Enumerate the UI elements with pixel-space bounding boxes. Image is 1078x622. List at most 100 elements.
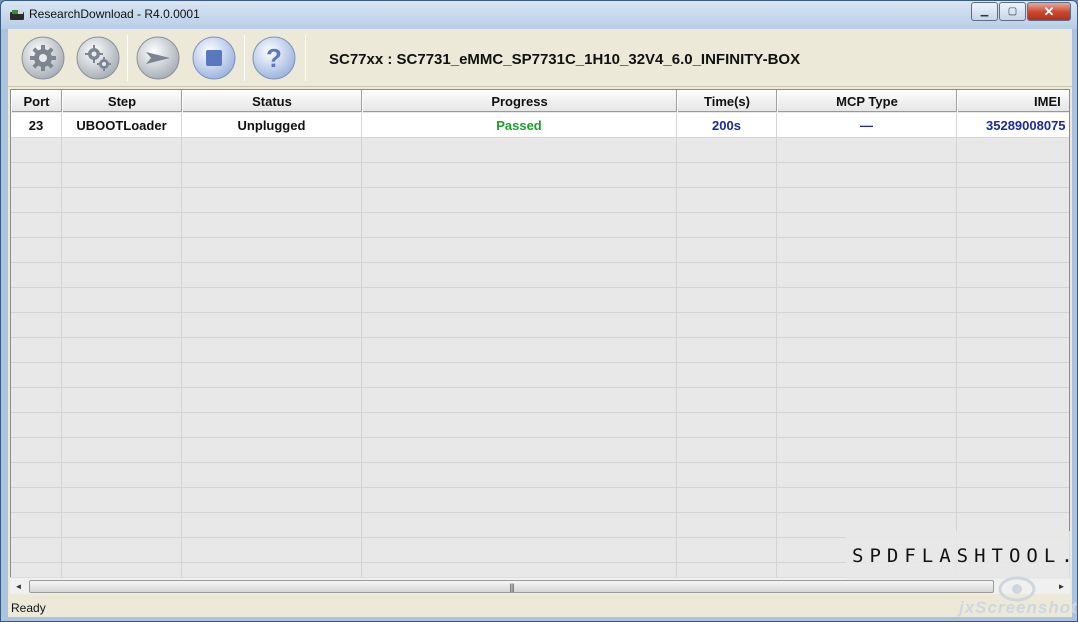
empty-row[interactable] xyxy=(11,238,1069,263)
empty-cell xyxy=(182,188,362,213)
empty-cell xyxy=(677,463,777,488)
cell-progress: Passed xyxy=(362,113,677,138)
window-controls: ▁ ▢ ✕ xyxy=(970,2,1071,21)
empty-cell xyxy=(777,463,957,488)
status-text: Ready xyxy=(11,601,46,615)
minimize-button[interactable]: ▁ xyxy=(971,2,998,21)
empty-cell xyxy=(62,438,182,463)
window-title: ResearchDownload - R4.0.0001 xyxy=(29,7,200,21)
empty-cell xyxy=(62,488,182,513)
empty-cell xyxy=(182,538,362,563)
title-bar[interactable]: ResearchDownload - R4.0.0001 ▁ ▢ ✕ xyxy=(1,1,1077,29)
arrow-right-icon xyxy=(136,36,180,80)
empty-cell xyxy=(362,463,677,488)
empty-cell xyxy=(62,213,182,238)
column-header-port[interactable]: Port xyxy=(11,90,62,112)
cell-step: UBOOTLoader xyxy=(62,113,182,138)
empty-row[interactable] xyxy=(11,338,1069,363)
stop-download-button[interactable] xyxy=(192,36,236,80)
empty-cell xyxy=(362,188,677,213)
maximize-button[interactable]: ▢ xyxy=(999,2,1026,21)
empty-cell xyxy=(677,488,777,513)
column-header-imei[interactable]: IMEI xyxy=(957,90,1069,112)
empty-cell xyxy=(182,488,362,513)
question-icon: ? xyxy=(252,36,296,80)
horizontal-scrollbar[interactable]: ◄ ||| ► xyxy=(10,577,1070,594)
empty-cell xyxy=(11,438,62,463)
cell-time: 200s xyxy=(677,113,777,138)
empty-cell xyxy=(362,313,677,338)
empty-row[interactable] xyxy=(11,413,1069,438)
empty-row[interactable] xyxy=(11,313,1069,338)
column-header-mcp-type[interactable]: MCP Type xyxy=(777,90,957,112)
toolbar-separator xyxy=(244,35,245,81)
empty-cell xyxy=(182,413,362,438)
empty-row[interactable] xyxy=(11,188,1069,213)
empty-row[interactable] xyxy=(11,388,1069,413)
empty-row[interactable] xyxy=(11,263,1069,288)
empty-cell xyxy=(957,138,1069,163)
empty-cell xyxy=(62,313,182,338)
empty-row[interactable] xyxy=(11,488,1069,513)
empty-row[interactable] xyxy=(11,438,1069,463)
empty-cell xyxy=(957,238,1069,263)
help-button[interactable]: ? xyxy=(252,36,296,80)
empty-row[interactable] xyxy=(11,463,1069,488)
column-header-step[interactable]: Step xyxy=(62,90,182,112)
scroll-left-arrow-icon[interactable]: ◄ xyxy=(10,578,27,595)
empty-cell xyxy=(182,363,362,388)
empty-cell xyxy=(62,288,182,313)
empty-row[interactable] xyxy=(11,163,1069,188)
empty-cell xyxy=(957,288,1069,313)
empty-cell xyxy=(677,238,777,263)
empty-cell xyxy=(362,488,677,513)
empty-cell xyxy=(957,213,1069,238)
empty-row[interactable] xyxy=(11,138,1069,163)
empty-cell xyxy=(777,488,957,513)
settings-button[interactable] xyxy=(76,36,120,80)
empty-cell xyxy=(777,438,957,463)
toolbar-separator xyxy=(127,35,128,81)
empty-cell xyxy=(11,388,62,413)
empty-cell xyxy=(362,513,677,538)
empty-cell xyxy=(11,188,62,213)
close-button[interactable]: ✕ xyxy=(1027,2,1071,21)
empty-cell xyxy=(777,413,957,438)
empty-cell xyxy=(677,438,777,463)
jx-watermark-text: jxScreenshot xyxy=(959,598,1078,617)
start-download-button[interactable] xyxy=(136,36,180,80)
empty-row[interactable] xyxy=(11,363,1069,388)
empty-row[interactable] xyxy=(11,213,1069,238)
column-header-status[interactable]: Status xyxy=(182,90,362,112)
scroll-thumb[interactable]: ||| xyxy=(29,580,994,593)
empty-cell xyxy=(677,413,777,438)
empty-cell xyxy=(62,463,182,488)
table-row[interactable]: 23 UBOOTLoader Unplugged Passed 200s — 3… xyxy=(11,113,1069,138)
scroll-grip-icon: ||| xyxy=(509,581,514,592)
empty-cell xyxy=(777,163,957,188)
toolbar-separator xyxy=(305,35,306,81)
empty-cell xyxy=(777,213,957,238)
column-header-progress[interactable]: Progress xyxy=(362,90,677,112)
client-area: ? SC77xx : SC7731_eMMC_SP7731C_1H10_32V4… xyxy=(8,29,1072,617)
empty-cell xyxy=(11,138,62,163)
empty-cell xyxy=(677,213,777,238)
empty-row[interactable] xyxy=(11,288,1069,313)
empty-cell xyxy=(957,463,1069,488)
grid-header: Port Step Status Progress Time(s) MCP Ty… xyxy=(11,90,1069,112)
load-packet-button[interactable] xyxy=(21,36,65,80)
empty-cell xyxy=(677,338,777,363)
column-header-time[interactable]: Time(s) xyxy=(677,90,777,112)
port-grid[interactable]: Port Step Status Progress Time(s) MCP Ty… xyxy=(10,89,1070,579)
empty-cell xyxy=(11,288,62,313)
cell-port: 23 xyxy=(11,113,62,138)
empty-cell xyxy=(182,438,362,463)
empty-cell xyxy=(182,313,362,338)
empty-cell xyxy=(362,438,677,463)
empty-cell xyxy=(62,263,182,288)
empty-cell xyxy=(957,438,1069,463)
empty-cell xyxy=(62,138,182,163)
empty-cell xyxy=(957,263,1069,288)
empty-cell xyxy=(957,163,1069,188)
empty-cell xyxy=(182,288,362,313)
